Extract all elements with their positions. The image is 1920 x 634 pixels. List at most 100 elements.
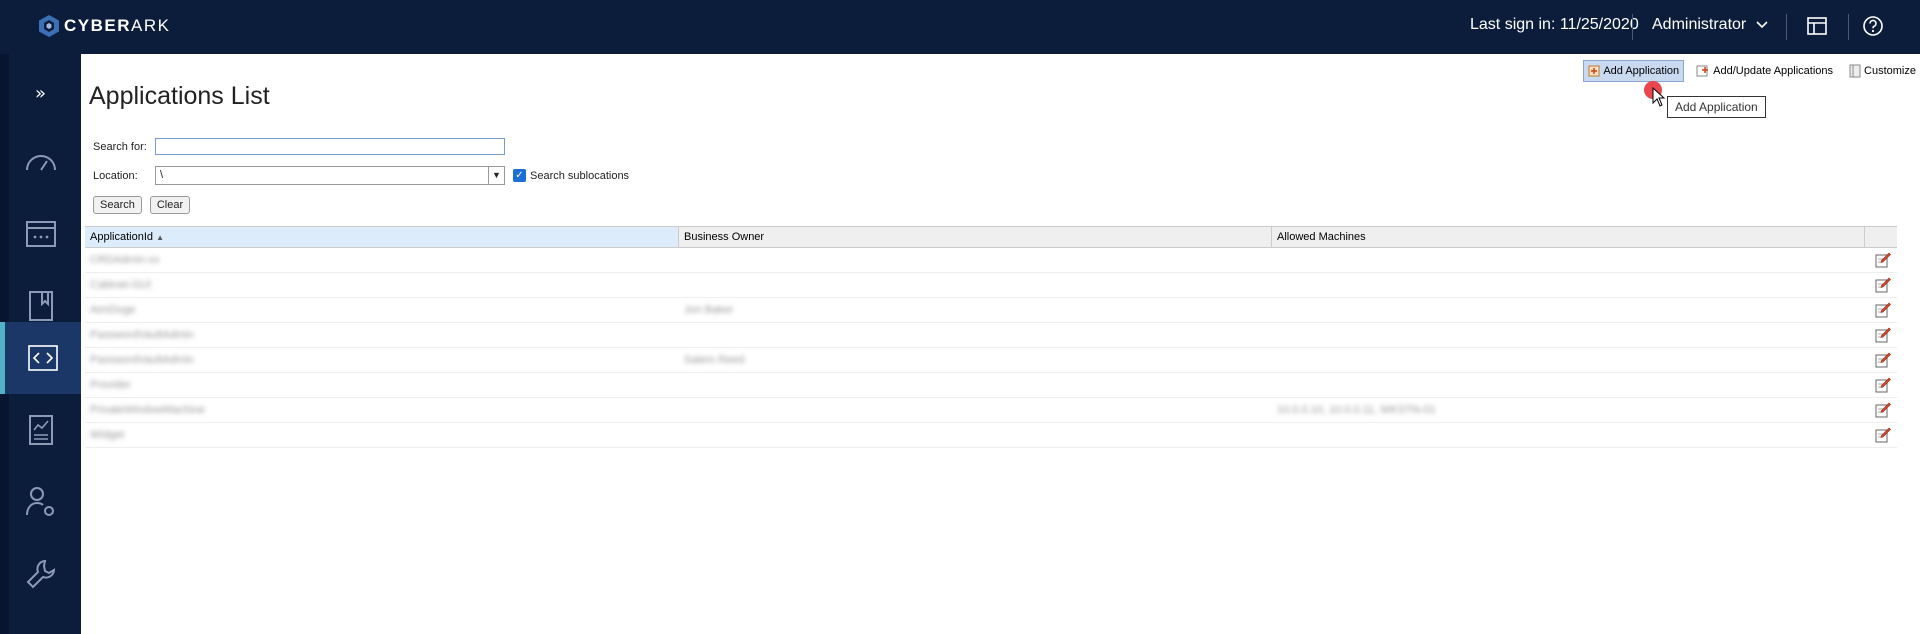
location-row: Location: \ ▼ ✓ Search sublocations [93, 166, 629, 185]
table-cell: PrivateWindowMachine [90, 404, 205, 416]
location-value: \ [160, 169, 164, 181]
user-menu[interactable]: Administrator [1652, 16, 1768, 34]
table-row[interactable]: Provider [85, 373, 1897, 398]
double-chevron-right-icon: » [34, 82, 46, 104]
table-cell: Jon Baker [684, 304, 734, 316]
table-cell [679, 323, 1272, 347]
table-cell [1272, 323, 1865, 347]
column-header-applicationid[interactable]: ApplicationId ▲ [85, 227, 679, 247]
mouse-pointer-icon [1652, 87, 1666, 107]
edit-icon[interactable] [1875, 277, 1891, 293]
column-label: Business Owner [684, 231, 765, 243]
code-window-icon [28, 345, 58, 371]
dropdown-arrow-icon[interactable]: ▼ [488, 167, 504, 184]
search-input[interactable] [155, 138, 505, 155]
applications-table: ApplicationId ▲ Business Owner Allowed M… [85, 226, 1897, 448]
table-row[interactable]: AimDoge Jon Baker [85, 298, 1897, 323]
nav-administration[interactable] [0, 538, 81, 610]
table-cell: AimDoge [90, 304, 136, 316]
search-sublocations-option[interactable]: ✓ Search sublocations [513, 169, 629, 182]
table-cell: Cabinet-GUI [90, 279, 152, 291]
wrench-icon [26, 559, 55, 589]
add-update-icon [1696, 65, 1709, 77]
add-update-applications-label: Add/Update Applications [1713, 65, 1834, 77]
table-cell: PasswordVaultAdmin [90, 329, 194, 341]
table-cell [1272, 248, 1865, 272]
edit-icon[interactable] [1875, 377, 1891, 393]
nav-accounts[interactable] [0, 198, 81, 270]
brand-name: CYBERARK [64, 16, 171, 35]
customize-label: Customize [1864, 65, 1916, 77]
search-button[interactable]: Search [93, 196, 142, 214]
divider [1786, 14, 1787, 40]
table-cell [1272, 298, 1865, 322]
page-title: Applications List [89, 82, 270, 110]
table-cell [1272, 373, 1865, 397]
column-label: ApplicationId [90, 231, 153, 243]
nav-applications[interactable] [0, 322, 81, 394]
table-cell: 10.0.0.10, 10.0.0.11, WKSTN-01 [1277, 404, 1436, 416]
divider [1632, 14, 1633, 40]
edit-icon[interactable] [1875, 302, 1891, 318]
add-application-icon [1588, 65, 1600, 77]
edit-icon[interactable] [1875, 352, 1891, 368]
column-header-actions [1865, 227, 1897, 247]
nav-dashboard[interactable] [0, 126, 81, 198]
add-update-applications-button[interactable]: Add/Update Applications [1692, 60, 1837, 82]
table-cell [679, 373, 1272, 397]
search-label: Search for: [93, 140, 147, 153]
search-sublocations-label: Search sublocations [530, 169, 630, 182]
table-cell [1272, 273, 1865, 297]
cyberark-logo[interactable]: CYBERARK [38, 14, 170, 38]
table-header: ApplicationId ▲ Business Owner Allowed M… [85, 226, 1897, 248]
table-cell [679, 248, 1272, 272]
table-cell [679, 273, 1272, 297]
add-application-button[interactable]: Add Application [1583, 60, 1685, 82]
dashboard-gauge-icon [25, 155, 56, 171]
table-cell: Widget [90, 429, 125, 441]
add-application-label: Add Application [1603, 65, 1680, 77]
edit-icon[interactable] [1875, 327, 1891, 343]
table-cell [679, 423, 1272, 447]
clear-button[interactable]: Clear [149, 196, 191, 214]
edit-icon[interactable] [1875, 427, 1891, 443]
edit-icon[interactable] [1875, 252, 1891, 268]
table-row[interactable]: PasswordVaultAdmin [85, 323, 1897, 348]
table-cell [679, 398, 1272, 422]
nav-users[interactable] [0, 466, 81, 538]
book-icon [28, 291, 53, 321]
user-name: Administrator [1652, 16, 1747, 33]
edit-icon[interactable] [1875, 402, 1891, 418]
user-settings-icon [25, 487, 54, 516]
table-cell: Salem Reed [684, 354, 745, 366]
nav-expand[interactable]: » [0, 62, 81, 124]
layout-icon[interactable] [1806, 15, 1828, 37]
last-sign-in: Last sign in: 11/25/2020 [1470, 16, 1639, 33]
top-bar: CYBERARK Last sign in: 11/25/2020 Admini… [0, 0, 1920, 54]
chevron-down-icon [1756, 21, 1768, 29]
table-row[interactable]: PrivateWindowMachine 10.0.0.10, 10.0.0.11… [85, 398, 1897, 423]
side-nav: » [0, 54, 81, 634]
table-cell [1272, 423, 1865, 447]
table-cell: PasswordVaultAdmin [90, 354, 194, 366]
checkbox-checked-icon[interactable]: ✓ [513, 169, 526, 182]
column-header-business-owner[interactable]: Business Owner [679, 227, 1272, 247]
table-cell: Provider [90, 379, 131, 391]
search-row: Search for: [93, 138, 505, 155]
customize-button[interactable]: Customize [1845, 60, 1920, 82]
column-label: Allowed Machines [1277, 231, 1366, 243]
table-row[interactable]: Cabinet-GUI [85, 273, 1897, 298]
nav-reports[interactable] [0, 394, 81, 466]
help-icon[interactable] [1862, 15, 1884, 37]
location-label: Location: [93, 169, 138, 182]
location-select[interactable]: \ ▼ [155, 166, 505, 185]
columns-icon [1849, 64, 1861, 78]
report-chart-icon [28, 415, 53, 445]
table-cell [1272, 348, 1865, 372]
table-row[interactable]: Widget [85, 423, 1897, 448]
table-row[interactable]: PasswordVaultAdmin Salem Reed [85, 348, 1897, 373]
toolbar: Add Application Add/Update Applications … [1575, 60, 1920, 82]
table-row[interactable]: CRDAdmin-xx [85, 248, 1897, 273]
column-header-allowed-machines[interactable]: Allowed Machines [1272, 227, 1865, 247]
cyberark-logo-icon [39, 15, 59, 37]
